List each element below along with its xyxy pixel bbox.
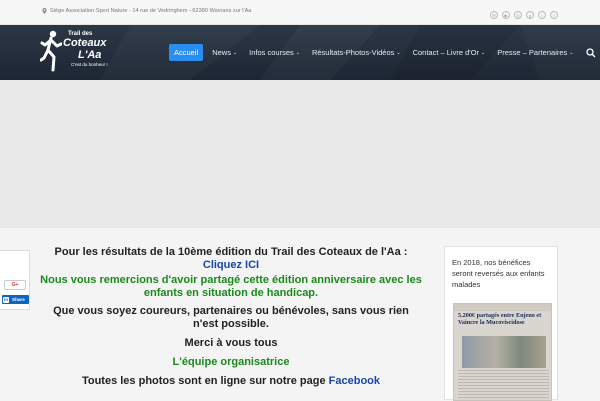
photos-paragraph: Toutes les photos sont en ligne sur notr…	[81, 375, 381, 387]
runner-icon	[40, 30, 62, 72]
main-nav: Accueil News ⌄ Infos courses ⌄ Résultats-P…	[169, 44, 596, 61]
clipping-headline: 5.200€ partagés entre Enjeno et Vaincre …	[458, 312, 542, 326]
merci-line: Merci à vous tous	[184, 337, 278, 349]
hero-banner	[0, 80, 600, 228]
results-link[interactable]: Cliquez ICI	[203, 259, 259, 271]
search-icon[interactable]	[585, 47, 596, 58]
nav-item-contact[interactable]: Contact – Livre d'Or ⌄	[407, 44, 492, 61]
chevron-down-icon: ⌄	[481, 49, 486, 56]
facebook-link[interactable]: Facebook	[329, 375, 380, 387]
nav-item-news[interactable]: News ⌄	[206, 44, 243, 61]
chevron-down-icon: ⌄	[569, 49, 574, 56]
nav-item-infos-courses[interactable]: Infos courses ⌄	[243, 44, 306, 61]
site-logo[interactable]: Trail des Coteaux L'Aa C'est du bonheur …	[40, 28, 112, 76]
nav-item-accueil[interactable]: Accueil	[169, 44, 204, 61]
press-clipping-image[interactable]: 5.200€ partagés entre Enjeno et Vaincre …	[453, 303, 552, 401]
site-header: Trail des Coteaux L'Aa C'est du bonheur …	[0, 25, 600, 80]
share-widget: G+ in Share	[0, 250, 30, 310]
chevron-down-icon: ⌄	[295, 49, 300, 56]
twitter-icon[interactable]: t	[538, 11, 546, 19]
google-plus-share-button[interactable]: G+	[4, 280, 26, 290]
top-bar: Siège Association Sport Nature - 14 rue …	[0, 0, 600, 25]
linkedin-icon: in	[3, 296, 9, 303]
sidebar-widget: En 2018, nos bénéfices seront reversés a…	[444, 246, 558, 401]
team-signature: L'équipe organisatrice	[172, 356, 290, 368]
logo-line-2: Coteaux	[63, 37, 107, 49]
results-paragraph: Pour les résultats de la 10ème édition d…	[54, 246, 408, 271]
social-links: ✉ ▶ ◎ g t f	[490, 11, 558, 19]
chevron-down-icon: ⌄	[396, 49, 401, 56]
google-plus-icon[interactable]: g	[526, 11, 534, 19]
thanks-paragraph: Nous vous remercions d'avoir partagé cet…	[40, 274, 422, 299]
instagram-icon[interactable]: ◎	[514, 11, 522, 19]
volunteers-paragraph: Que vous soyez coureurs, partenaires ou …	[53, 305, 409, 330]
email-icon[interactable]: ✉	[490, 11, 498, 19]
map-pin-icon	[42, 8, 47, 14]
linkedin-share-button[interactable]: in Share	[2, 295, 29, 304]
youtube-icon[interactable]: ▶	[502, 11, 510, 19]
chevron-down-icon: ⌄	[232, 49, 238, 56]
nav-item-presse[interactable]: Presse – Partenaires ⌄	[491, 44, 579, 61]
nav-item-resultats[interactable]: Résultats-Photos-Vidéos ⌄	[306, 44, 407, 61]
logo-tagline: C'est du bonheur !	[71, 62, 108, 67]
clipping-body	[458, 370, 549, 400]
facebook-icon[interactable]: f	[550, 11, 558, 19]
address-text: Siège Association Sport Nature - 14 rue …	[50, 8, 252, 14]
sidebar-text: En 2018, nos bénéfices seront reversés a…	[452, 258, 545, 289]
clipping-photo	[462, 336, 546, 368]
address-line: Siège Association Sport Nature - 14 rue …	[42, 8, 251, 14]
main-content: Pour les résultats de la 10ème édition d…	[40, 246, 422, 388]
logo-line-3: L'Aa	[78, 49, 102, 61]
linkedin-share-label: Share	[12, 297, 25, 302]
